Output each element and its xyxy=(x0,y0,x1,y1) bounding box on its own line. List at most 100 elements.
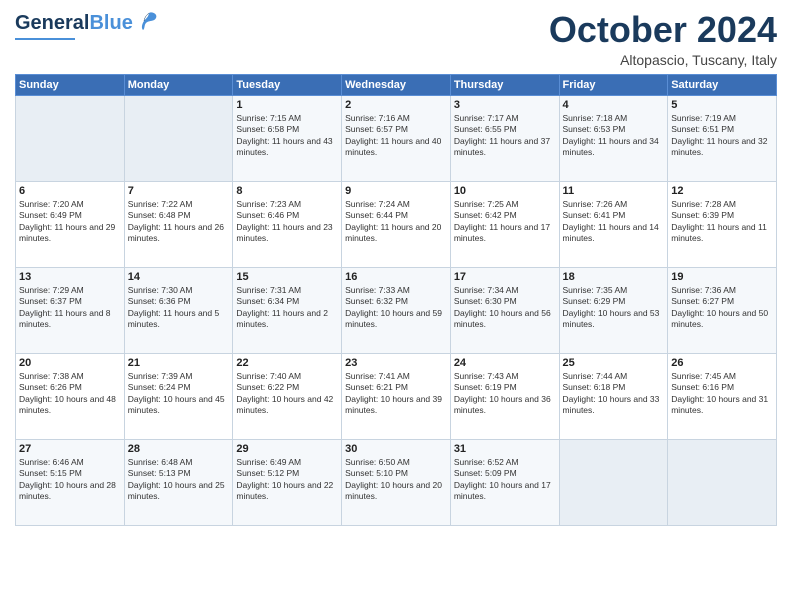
day-number: 22 xyxy=(236,357,338,369)
day-number: 14 xyxy=(128,271,230,283)
day-cell xyxy=(559,439,668,525)
day-number: 25 xyxy=(563,357,665,369)
day-info: Sunrise: 7:39 AM Sunset: 6:24 PM Dayligh… xyxy=(128,371,230,417)
calendar-container: GeneralBlue October 2024 Altopascio, Tus… xyxy=(0,0,792,612)
day-number: 11 xyxy=(563,185,665,197)
day-cell: 14 Sunrise: 7:30 AM Sunset: 6:36 PM Dayli… xyxy=(124,267,233,353)
day-info: Sunrise: 7:43 AM Sunset: 6:19 PM Dayligh… xyxy=(454,371,556,417)
day-info: Sunrise: 7:40 AM Sunset: 6:22 PM Dayligh… xyxy=(236,371,338,417)
day-cell: 15 Sunrise: 7:31 AM Sunset: 6:34 PM Dayli… xyxy=(233,267,342,353)
calendar-body: 1Sunrise: 7:15 AM Sunset: 6:58 PM Daylig… xyxy=(16,95,777,525)
day-number: 31 xyxy=(454,443,556,455)
day-number: 4 xyxy=(563,99,665,111)
day-info: Sunrise: 7:26 AM Sunset: 6:41 PM Dayligh… xyxy=(563,199,665,245)
day-info: Sunrise: 7:15 AM Sunset: 6:58 PM Dayligh… xyxy=(236,113,338,159)
header: GeneralBlue October 2024 Altopascio, Tus… xyxy=(15,10,777,68)
day-info: Sunrise: 6:52 AM Sunset: 5:09 PM Dayligh… xyxy=(454,457,556,503)
calendar-table: SundayMondayTuesdayWednesdayThursdayFrid… xyxy=(15,74,777,526)
column-header-wednesday: Wednesday xyxy=(342,74,451,95)
day-info: Sunrise: 7:23 AM Sunset: 6:46 PM Dayligh… xyxy=(236,199,338,245)
day-info: Sunrise: 7:22 AM Sunset: 6:48 PM Dayligh… xyxy=(128,199,230,245)
day-number: 6 xyxy=(19,185,121,197)
day-info: Sunrise: 6:46 AM Sunset: 5:15 PM Dayligh… xyxy=(19,457,121,503)
day-cell: 3Sunrise: 7:17 AM Sunset: 6:55 PM Daylig… xyxy=(450,95,559,181)
week-row-2: 6 Sunrise: 7:20 AM Sunset: 6:49 PM Daylig… xyxy=(16,181,777,267)
week-row-4: 20Sunrise: 7:38 AM Sunset: 6:26 PM Dayli… xyxy=(16,353,777,439)
day-info: Sunrise: 7:24 AM Sunset: 6:44 PM Dayligh… xyxy=(345,199,447,245)
day-info: Sunrise: 7:20 AM Sunset: 6:49 PM Dayligh… xyxy=(19,199,121,245)
day-cell: 24 Sunrise: 7:43 AM Sunset: 6:19 PM Dayli… xyxy=(450,353,559,439)
column-header-tuesday: Tuesday xyxy=(233,74,342,95)
column-header-monday: Monday xyxy=(124,74,233,95)
day-number: 8 xyxy=(236,185,338,197)
day-cell: 26 Sunrise: 7:45 AM Sunset: 6:16 PM Dayli… xyxy=(668,353,777,439)
day-cell: 27Sunrise: 6:46 AM Sunset: 5:15 PM Dayli… xyxy=(16,439,125,525)
day-number: 23 xyxy=(345,357,447,369)
day-cell: 2 Sunrise: 7:16 AM Sunset: 6:57 PM Daylig… xyxy=(342,95,451,181)
logo-bird-icon xyxy=(138,10,160,32)
logo-blue: Blue xyxy=(89,12,132,34)
day-number: 29 xyxy=(236,443,338,455)
day-info: Sunrise: 7:28 AM Sunset: 6:39 PM Dayligh… xyxy=(671,199,773,245)
day-info: Sunrise: 7:19 AM Sunset: 6:51 PM Dayligh… xyxy=(671,113,773,159)
day-info: Sunrise: 7:25 AM Sunset: 6:42 PM Dayligh… xyxy=(454,199,556,245)
day-info: Sunrise: 7:38 AM Sunset: 6:26 PM Dayligh… xyxy=(19,371,121,417)
day-info: Sunrise: 7:36 AM Sunset: 6:27 PM Dayligh… xyxy=(671,285,773,331)
day-info: Sunrise: 6:49 AM Sunset: 5:12 PM Dayligh… xyxy=(236,457,338,503)
day-cell: 21 Sunrise: 7:39 AM Sunset: 6:24 PM Dayli… xyxy=(124,353,233,439)
day-info: Sunrise: 7:45 AM Sunset: 6:16 PM Dayligh… xyxy=(671,371,773,417)
day-info: Sunrise: 7:31 AM Sunset: 6:34 PM Dayligh… xyxy=(236,285,338,331)
day-number: 30 xyxy=(345,443,447,455)
day-number: 2 xyxy=(345,99,447,111)
logo-general: General xyxy=(15,12,89,34)
logo-underline xyxy=(15,38,75,40)
column-header-friday: Friday xyxy=(559,74,668,95)
calendar-header-row: SundayMondayTuesdayWednesdayThursdayFrid… xyxy=(16,74,777,95)
day-cell: 11 Sunrise: 7:26 AM Sunset: 6:41 PM Dayli… xyxy=(559,181,668,267)
day-number: 26 xyxy=(671,357,773,369)
week-row-3: 13 Sunrise: 7:29 AM Sunset: 6:37 PM Dayli… xyxy=(16,267,777,353)
day-cell: 8 Sunrise: 7:23 AM Sunset: 6:46 PM Daylig… xyxy=(233,181,342,267)
day-cell: 19Sunrise: 7:36 AM Sunset: 6:27 PM Dayli… xyxy=(668,267,777,353)
day-cell xyxy=(124,95,233,181)
week-row-1: 1Sunrise: 7:15 AM Sunset: 6:58 PM Daylig… xyxy=(16,95,777,181)
day-number: 17 xyxy=(454,271,556,283)
logo: GeneralBlue xyxy=(15,10,160,40)
day-number: 15 xyxy=(236,271,338,283)
day-cell xyxy=(668,439,777,525)
day-info: Sunrise: 7:16 AM Sunset: 6:57 PM Dayligh… xyxy=(345,113,447,159)
day-info: Sunrise: 7:35 AM Sunset: 6:29 PM Dayligh… xyxy=(563,285,665,331)
day-info: Sunrise: 7:18 AM Sunset: 6:53 PM Dayligh… xyxy=(563,113,665,159)
day-cell xyxy=(16,95,125,181)
day-info: Sunrise: 7:44 AM Sunset: 6:18 PM Dayligh… xyxy=(563,371,665,417)
day-number: 18 xyxy=(563,271,665,283)
day-cell: 12Sunrise: 7:28 AM Sunset: 6:39 PM Dayli… xyxy=(668,181,777,267)
week-row-5: 27Sunrise: 6:46 AM Sunset: 5:15 PM Dayli… xyxy=(16,439,777,525)
day-number: 21 xyxy=(128,357,230,369)
day-cell: 13 Sunrise: 7:29 AM Sunset: 6:37 PM Dayli… xyxy=(16,267,125,353)
day-number: 24 xyxy=(454,357,556,369)
day-cell: 29 Sunrise: 6:49 AM Sunset: 5:12 PM Dayli… xyxy=(233,439,342,525)
column-header-saturday: Saturday xyxy=(668,74,777,95)
day-cell: 18 Sunrise: 7:35 AM Sunset: 6:29 PM Dayli… xyxy=(559,267,668,353)
day-cell: 9 Sunrise: 7:24 AM Sunset: 6:44 PM Daylig… xyxy=(342,181,451,267)
day-cell: 22 Sunrise: 7:40 AM Sunset: 6:22 PM Dayli… xyxy=(233,353,342,439)
day-cell: 17Sunrise: 7:34 AM Sunset: 6:30 PM Dayli… xyxy=(450,267,559,353)
day-info: Sunrise: 7:41 AM Sunset: 6:21 PM Dayligh… xyxy=(345,371,447,417)
day-cell: 30Sunrise: 6:50 AM Sunset: 5:10 PM Dayli… xyxy=(342,439,451,525)
day-number: 13 xyxy=(19,271,121,283)
day-cell: 10Sunrise: 7:25 AM Sunset: 6:42 PM Dayli… xyxy=(450,181,559,267)
day-number: 9 xyxy=(345,185,447,197)
day-number: 28 xyxy=(128,443,230,455)
day-info: Sunrise: 6:48 AM Sunset: 5:13 PM Dayligh… xyxy=(128,457,230,503)
column-header-thursday: Thursday xyxy=(450,74,559,95)
day-info: Sunrise: 7:29 AM Sunset: 6:37 PM Dayligh… xyxy=(19,285,121,331)
column-header-sunday: Sunday xyxy=(16,74,125,95)
day-cell: 7 Sunrise: 7:22 AM Sunset: 6:48 PM Daylig… xyxy=(124,181,233,267)
day-cell: 1Sunrise: 7:15 AM Sunset: 6:58 PM Daylig… xyxy=(233,95,342,181)
day-number: 5 xyxy=(671,99,773,111)
title-block: October 2024 Altopascio, Tuscany, Italy xyxy=(549,10,777,68)
day-info: Sunrise: 7:33 AM Sunset: 6:32 PM Dayligh… xyxy=(345,285,447,331)
day-number: 7 xyxy=(128,185,230,197)
day-info: Sunrise: 7:30 AM Sunset: 6:36 PM Dayligh… xyxy=(128,285,230,331)
